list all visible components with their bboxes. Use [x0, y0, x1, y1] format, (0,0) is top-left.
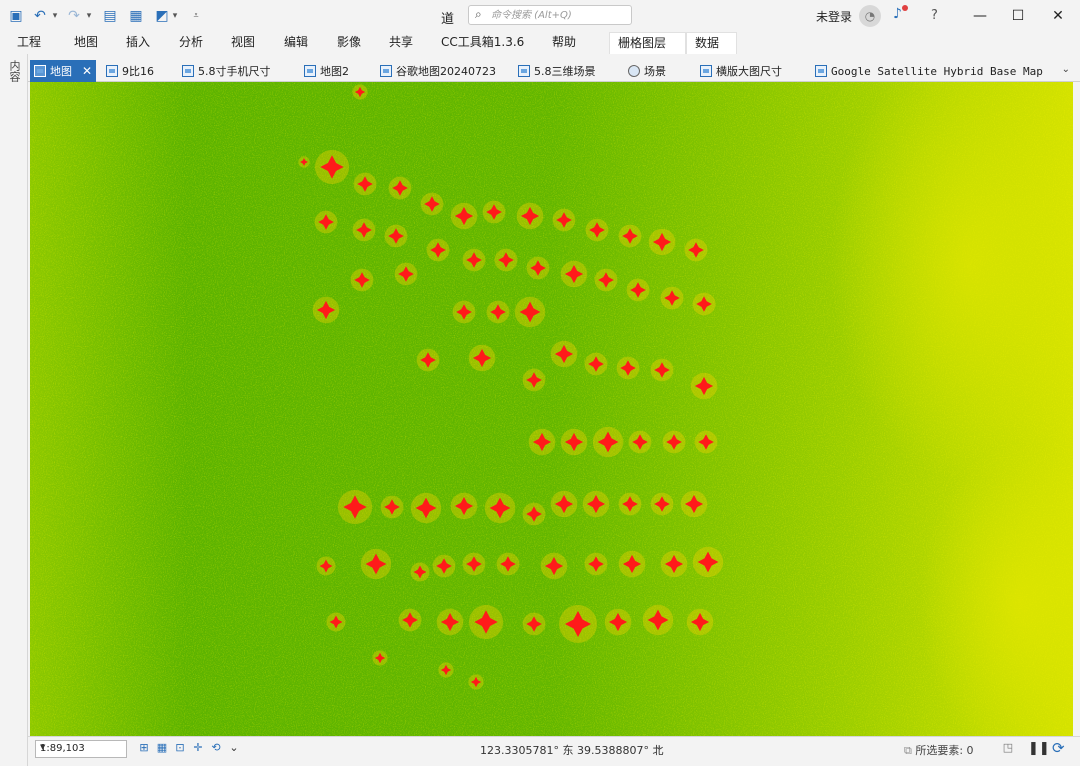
tab-edit[interactable]: 编辑	[284, 32, 308, 54]
tab-share[interactable]: 共享	[389, 32, 413, 54]
command-search-input[interactable]	[491, 8, 627, 22]
new-project-icon[interactable]: ▤	[100, 6, 120, 26]
coordinate-readout: 123.3305781° 东 39.5388807° 北	[480, 744, 664, 757]
status-bar: 1:89,103 ▼ ⊞ ▦ ⊡ ✛ ⟲ ⌄ 123.3305781° 东 39…	[28, 736, 1080, 766]
doc-tab-label: 5.8寸手机尺寸	[198, 65, 271, 78]
coordinate-format-chevron-icon[interactable]: ⌄	[654, 741, 662, 752]
tab-map[interactable]: 地图	[74, 32, 98, 54]
maximize-button[interactable]: ☐	[1002, 4, 1034, 28]
notification-bell-icon[interactable]: ♪	[893, 5, 908, 22]
window-title: 道	[441, 12, 455, 27]
map-icon	[34, 65, 46, 77]
map-icon	[815, 65, 827, 77]
redo-icon[interactable]: ↷	[64, 6, 84, 26]
doc-tab-label: 场景	[644, 65, 666, 78]
command-search[interactable]: ⌕	[468, 5, 632, 25]
doc-tab-3d-scene[interactable]: 5.8三维场景	[518, 60, 596, 82]
map-edge	[1073, 82, 1080, 736]
tab-help[interactable]: 帮助	[552, 32, 576, 54]
close-window-button[interactable]: ✕	[1042, 4, 1074, 28]
map-view[interactable]	[30, 82, 1073, 736]
refresh-icon[interactable]: ⟳	[1052, 739, 1065, 757]
notification-dot	[902, 5, 908, 11]
search-icon: ⌕	[475, 7, 482, 21]
minimize-button[interactable]: —	[964, 4, 996, 28]
save-project-icon[interactable]: ◩	[152, 6, 172, 26]
doc-tab-scene[interactable]: 场景	[628, 60, 666, 82]
undo-icon[interactable]: ↶	[30, 6, 50, 26]
tab-insert[interactable]: 插入	[126, 32, 150, 54]
grid-icon[interactable]: ▦	[154, 740, 170, 756]
select-icon: ⧉	[904, 744, 916, 757]
snapping-icon[interactable]: ⊡	[172, 740, 188, 756]
raster-image	[30, 82, 1073, 736]
project-icon[interactable]: ▣	[6, 6, 26, 26]
globe-icon	[628, 65, 640, 77]
doc-tab-google-satellite[interactable]: Google Satellite Hybrid Base Map	[815, 60, 1043, 82]
doc-tab-map2[interactable]: 地图2	[304, 60, 349, 82]
doc-tab-label: 地图2	[320, 65, 349, 78]
help-button[interactable]: ?	[931, 8, 938, 23]
doc-tab-landscape-size[interactable]: 横版大图尺寸	[700, 60, 782, 82]
document-tabs: 地图 ✕ 9比16 5.8寸手机尺寸 地图2 谷歌地图20240723 5.8三…	[28, 60, 1080, 82]
title-bar: ▣ ↶ ▾ ↷ ▾ ▤ ▦ ◩ ▾ ⩡ 道 ⌕ 未登录 ◔ ♪ ? — ☐ ✕	[0, 0, 1080, 32]
fixed-zoom-icon[interactable]: ⊞	[136, 740, 152, 756]
redo-dropdown-icon[interactable]: ▾	[84, 6, 94, 26]
doc-tab-label: 横版大图尺寸	[716, 65, 782, 78]
open-project-icon[interactable]: ▦	[126, 6, 146, 26]
contents-pane-collapsed[interactable]: 内容	[0, 54, 28, 766]
selected-features-label: 所选要素: 0	[915, 744, 974, 757]
chevron-down-icon[interactable]: ⌄	[226, 740, 242, 756]
user-avatar-icon[interactable]: ◔	[859, 5, 881, 27]
tab-imagery[interactable]: 影像	[337, 32, 361, 54]
crosshair-icon[interactable]: ✛	[190, 740, 206, 756]
scale-selector[interactable]: 1:89,103 ▼	[35, 740, 127, 758]
tab-project[interactable]: 工程	[17, 32, 41, 54]
doc-tab-google-map-date[interactable]: 谷歌地图20240723	[380, 60, 496, 82]
layout-icon	[182, 65, 194, 77]
selected-features-count: ⧉ 所选要素: 0	[904, 742, 974, 758]
map-icon	[380, 65, 392, 77]
customize-toolbar-icon[interactable]: ⩡	[190, 6, 202, 26]
chevron-down-icon: ▼	[40, 743, 46, 751]
tabs-overflow-chevron-icon[interactable]: ⌄	[1062, 64, 1070, 75]
rotation-icon[interactable]: ⟲	[208, 740, 224, 756]
doc-tab-label: 地图	[50, 65, 72, 78]
tab-raster-layer[interactable]: 栅格图层	[609, 32, 686, 54]
save-dropdown-icon[interactable]: ▾	[170, 6, 180, 26]
doc-tab-phone-size[interactable]: 5.8寸手机尺寸	[182, 60, 271, 82]
doc-tab-label: 谷歌地图20240723	[396, 65, 496, 78]
doc-tab-label: 5.8三维场景	[534, 65, 596, 78]
doc-tab-map[interactable]: 地图 ✕	[30, 60, 97, 82]
pause-drawing-icon[interactable]: ❚❚	[1028, 741, 1050, 756]
undo-dropdown-icon[interactable]: ▾	[50, 6, 60, 26]
doc-tab-9x16[interactable]: 9比16	[106, 60, 154, 82]
login-status[interactable]: 未登录	[816, 8, 852, 25]
map-icon	[304, 65, 316, 77]
tab-view[interactable]: 视图	[231, 32, 255, 54]
feature-table-icon[interactable]: ◳	[1000, 740, 1016, 756]
layout-icon	[700, 65, 712, 77]
layout-icon	[518, 65, 530, 77]
tab-data[interactable]: 数据	[686, 32, 737, 54]
close-tab-icon[interactable]: ✕	[82, 64, 92, 78]
tab-analysis[interactable]: 分析	[179, 32, 203, 54]
doc-tab-label: 9比16	[122, 65, 154, 78]
layout-icon	[106, 65, 118, 77]
tab-cc-toolbox[interactable]: CC工具箱1.3.6	[441, 32, 524, 54]
doc-tab-label: Google Satellite Hybrid Base Map	[831, 64, 1043, 78]
contents-label: 内容	[8, 60, 21, 82]
ribbon-tabs: 工程 地图 插入 分析 视图 编辑 影像 共享 CC工具箱1.3.6 帮助 栅格…	[0, 32, 1080, 54]
